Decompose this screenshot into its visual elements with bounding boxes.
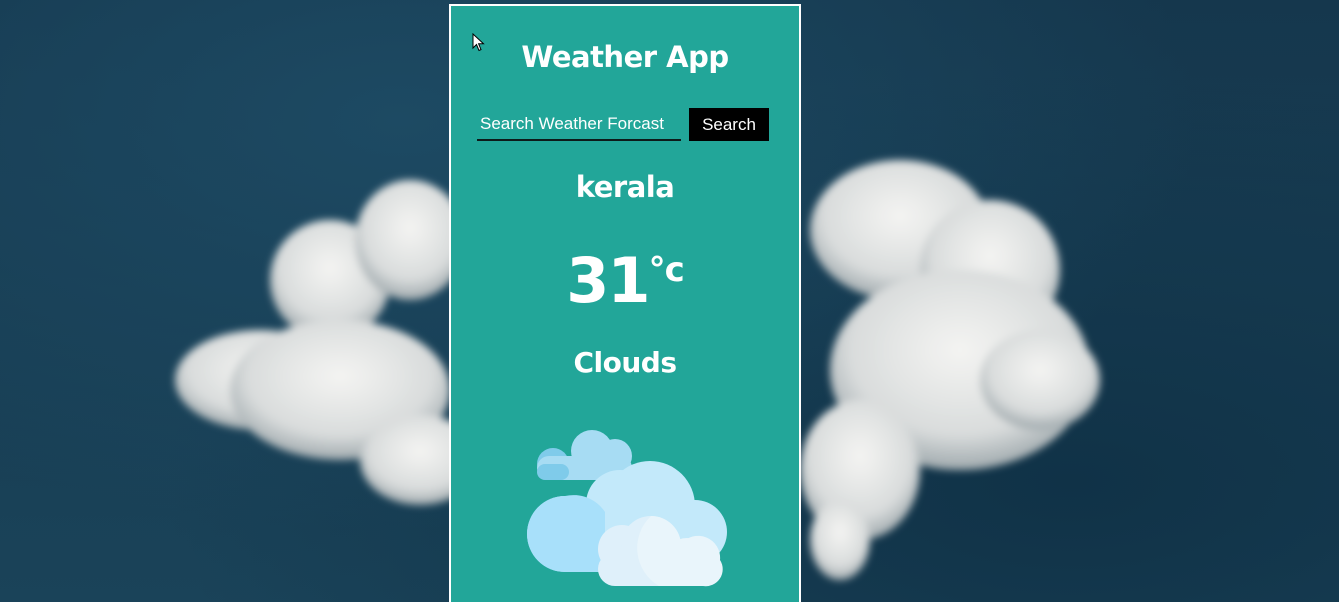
search-button[interactable]: Search [689,108,769,141]
mouse-cursor-icon [472,32,486,58]
temperature-display: 31°c [451,244,799,317]
city-name: kerala [575,170,675,204]
app-title: Weather App [521,40,729,74]
temperature-unit: °c [648,250,685,290]
weather-card: Weather App Search kerala 31°c Clouds [449,4,801,602]
search-bar: Search [477,108,771,141]
weather-condition: Clouds [573,346,677,379]
search-input[interactable] [477,108,681,141]
clouds-icon [525,424,731,595]
temperature-value: 31 [566,244,650,317]
